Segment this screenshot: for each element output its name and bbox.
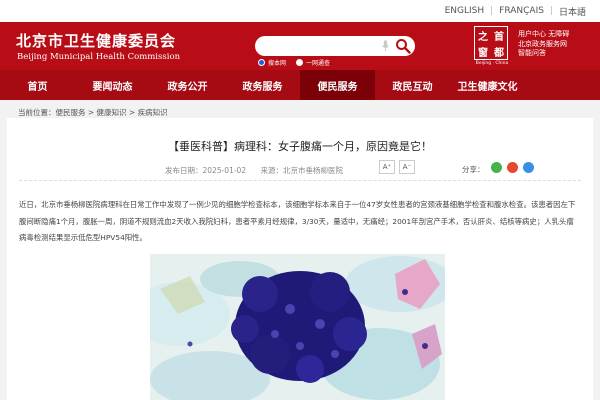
scope-all-radio[interactable]: 一网通查 (296, 58, 330, 67)
lang-english[interactable]: ENGLISH (445, 6, 485, 16)
font-smaller-button[interactable]: A⁻ (399, 160, 415, 174)
smart-qa-link[interactable]: 智能问答 (518, 49, 569, 59)
article: 【垂医科普】病理科：女子腹痛一个月，原因竟是它！ 发布日期：2025-01-02… (7, 118, 593, 400)
site-title[interactable]: 北京市卫生健康委员会 (16, 30, 176, 51)
lang-separator: | (490, 6, 494, 16)
microphone-icon[interactable] (381, 40, 390, 52)
language-bar: ENGLISH | FRANÇAIS | 日本語 (0, 0, 600, 22)
nav-interaction[interactable]: 政民互动 (375, 70, 450, 100)
search-icon[interactable] (395, 38, 411, 54)
main-nav: 首页 要闻动态 政务公开 政务服务 便民服务 政民互动 卫生健康文化 (0, 70, 600, 100)
article-source: 来源：北京市垂杨柳医院 (260, 166, 343, 175)
nav-home[interactable]: 首页 (0, 70, 75, 100)
breadcrumb[interactable]: 当前位置：便民服务 > 健康知识 > 疾病知识 (18, 107, 168, 118)
cytology-image (150, 254, 445, 400)
site-header: 北京市卫生健康委员会 Beijing Municipal Health Comm… (0, 22, 600, 70)
capital-seal-logo[interactable]: 之 首 窗 都 (474, 26, 508, 60)
lang-french[interactable]: FRANÇAIS (499, 6, 544, 16)
gov-service-link[interactable]: 北京政务服务网 (518, 40, 569, 50)
site-title-english[interactable]: Beijing Municipal Health Commission (17, 52, 180, 62)
search-scope: 搜本网 一网通查 (258, 58, 340, 67)
article-paragraph: 近日，北京市垂杨柳医院病理科在日常工作中发现了一例少见的细胞学检查标本，该细胞学… (19, 200, 576, 242)
weibo-icon[interactable] (507, 162, 518, 173)
search-input[interactable] (255, 36, 415, 56)
nav-gov-service[interactable]: 政务服务 (225, 70, 300, 100)
nav-public-service[interactable]: 便民服务 (300, 70, 375, 100)
radio-checked-icon (258, 59, 265, 66)
nav-gov-open[interactable]: 政务公开 (150, 70, 225, 100)
nav-news[interactable]: 要闻动态 (75, 70, 150, 100)
wechat-icon[interactable] (491, 162, 502, 173)
publish-date: 发布日期：2025-01-02 (165, 166, 247, 175)
lang-japanese[interactable]: 日本語 (559, 5, 586, 18)
service-links: 用户中心 无障碍 北京政务服务网 智能问答 (518, 30, 569, 59)
nav-health-culture[interactable]: 卫生健康文化 (450, 70, 525, 100)
share-label: 分享： (462, 165, 485, 174)
meta-divider (19, 180, 581, 181)
scope-site-radio[interactable]: 搜本网 (258, 58, 286, 67)
font-larger-button[interactable]: A⁺ (379, 160, 395, 174)
share-icons (491, 162, 539, 173)
user-center-link[interactable]: 用户中心 无障碍 (518, 30, 569, 40)
qq-icon[interactable] (523, 162, 534, 173)
radio-unchecked-icon (296, 59, 304, 66)
seal-subtitle: Beijing · China (475, 61, 509, 66)
lang-separator: | (549, 6, 553, 16)
article-title: 【垂医科普】病理科：女子腹痛一个月，原因竟是它！ (168, 140, 432, 153)
article-meta: 发布日期：2025-01-02 来源：北京市垂杨柳医院 (165, 165, 355, 176)
